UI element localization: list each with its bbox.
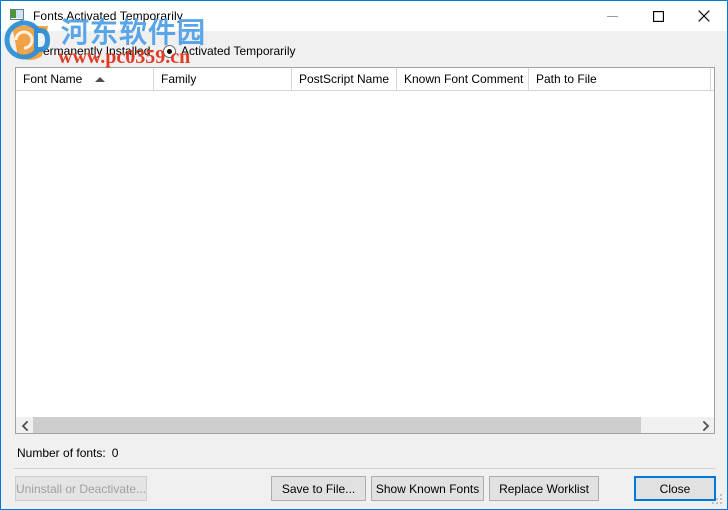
radio-label-temporary: Activated Temporarily: [181, 44, 296, 58]
resize-grip[interactable]: [712, 494, 724, 506]
radio-permanently-installed[interactable]: Permanently Installed: [17, 41, 150, 61]
title-bar: Fonts Activated Temporarily: [1, 1, 727, 31]
scrollbar-track[interactable]: [33, 417, 697, 433]
column-header-family[interactable]: Family: [154, 68, 292, 90]
scroll-right-button[interactable]: [697, 417, 714, 433]
monitor-fonts-icon: [10, 8, 26, 24]
radio-indicator-temporary: [163, 44, 176, 58]
column-header-postscript-name[interactable]: PostScript Name: [292, 68, 397, 90]
save-to-file-button[interactable]: Save to File...: [271, 476, 366, 501]
chevron-left-icon: [21, 420, 28, 431]
status-label: Number of fonts:: [17, 446, 106, 460]
column-header-version[interactable]: Version: [711, 68, 714, 90]
show-known-fonts-button[interactable]: Show Known Fonts: [371, 476, 484, 501]
minimize-icon: [606, 15, 618, 17]
maximize-button[interactable]: [635, 1, 681, 31]
window-controls: [589, 1, 727, 31]
scroll-left-button[interactable]: [16, 417, 33, 433]
radio-activated-temporarily[interactable]: Activated Temporarily: [163, 41, 296, 61]
column-header-font-name[interactable]: Font Name: [16, 68, 154, 90]
column-label-postscript-name: PostScript Name: [299, 72, 390, 86]
font-list-body[interactable]: [16, 91, 714, 417]
button-separator: [14, 468, 716, 469]
column-header-path-to-file[interactable]: Path to File: [529, 68, 711, 90]
close-button[interactable]: [681, 1, 727, 31]
column-label-path-to-file: Path to File: [536, 72, 597, 86]
font-scope-radio-group: Permanently Installed Activated Temporar…: [1, 41, 727, 63]
sort-ascending-icon: [95, 76, 106, 82]
replace-worklist-button[interactable]: Replace Worklist: [489, 476, 599, 501]
close-dialog-button[interactable]: Close: [634, 476, 716, 501]
column-label-font-name: Font Name: [23, 72, 83, 86]
horizontal-scrollbar[interactable]: [16, 416, 714, 433]
close-icon: [698, 10, 710, 22]
status-bar: Number of fonts: 0: [17, 446, 118, 460]
maximize-icon: [652, 10, 664, 22]
radio-label-permanent: Permanently Installed: [35, 44, 151, 58]
chevron-right-icon: [702, 420, 709, 431]
font-list-header: Font Name Family PostScript Name Known F…: [16, 68, 714, 91]
minimize-button[interactable]: [589, 1, 635, 31]
column-label-family: Family: [161, 72, 197, 86]
uninstall-or-deactivate-button[interactable]: Uninstall or Deactivate...: [15, 476, 147, 501]
font-list: Font Name Family PostScript Name Known F…: [15, 67, 715, 434]
column-header-known-font-comment[interactable]: Known Font Comment: [397, 68, 529, 90]
column-label-known-font-comment: Known Font Comment: [404, 72, 524, 86]
fonts-activated-temporarily-window: Fonts Activated Temporarily Permanently …: [0, 0, 728, 510]
radio-indicator-permanent: [17, 44, 30, 58]
window-title: Fonts Activated Temporarily: [33, 9, 183, 23]
scrollbar-thumb[interactable]: [33, 417, 641, 433]
status-count: 0: [111, 446, 119, 460]
